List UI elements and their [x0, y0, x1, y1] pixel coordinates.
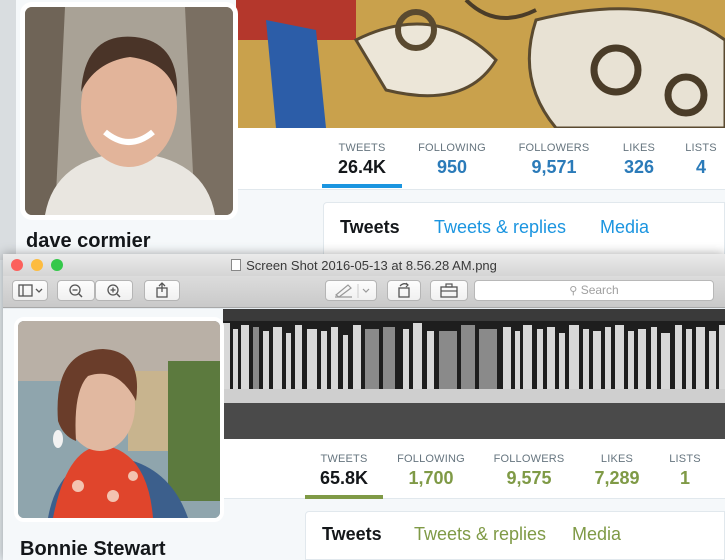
stat-label: TWEETS [338, 142, 386, 154]
tab-tweets[interactable]: Tweets [322, 524, 382, 545]
profile-name: dave cormier [26, 230, 151, 252]
stat-value: 65.8K [319, 468, 369, 488]
stat-followers[interactable]: FOLLOWERS 9,575 [487, 439, 571, 501]
left-edge-strip [0, 0, 16, 260]
avatar[interactable] [20, 2, 238, 220]
stat-value: 7,289 [594, 468, 640, 488]
profile-header-banner [223, 309, 725, 439]
preview-window: Screen Shot 2016-05-13 at 8.56.28 AM.png [3, 254, 725, 560]
stat-label: LIKES [622, 142, 656, 154]
tab-tweets-replies[interactable]: Tweets & replies [434, 217, 566, 238]
window-titlebar[interactable]: Screen Shot 2016-05-13 at 8.56.28 AM.png [3, 254, 725, 276]
active-stat-underline [322, 184, 402, 188]
window-title-text: Screen Shot 2016-05-13 at 8.56.28 AM.png [246, 258, 497, 273]
stat-tweets[interactable]: TWEETS 26.4K [322, 128, 402, 190]
search-placeholder: Search [580, 283, 619, 297]
stat-value: 26.4K [337, 157, 387, 177]
search-input[interactable]: ⚲ Search [474, 280, 714, 301]
stat-label: LISTS [669, 453, 701, 465]
stat-tweets[interactable]: TWEETS 65.8K [305, 439, 383, 501]
screenshot-image: TWEETS 65.8K FOLLOWING 1,700 FOLLOWERS 9… [3, 309, 725, 560]
document-icon [231, 259, 242, 271]
pen-icon [334, 284, 370, 298]
toolbox-icon [440, 283, 458, 298]
zoom-out-icon [69, 284, 83, 298]
profile-stats-bar: TWEETS 65.8K FOLLOWING 1,700 FOLLOWERS 9… [223, 439, 725, 499]
stat-label: FOLLOWING [397, 453, 465, 465]
stat-label: LIKES [600, 453, 634, 465]
profile-tabs: Tweets Tweets & replies Media [305, 511, 725, 560]
stat-value: 1,700 [408, 468, 454, 488]
share-button[interactable] [144, 280, 180, 301]
stat-label: LISTS [685, 142, 717, 154]
tab-tweets[interactable]: Tweets [340, 217, 400, 238]
tab-media[interactable]: Media [572, 524, 621, 545]
search-icon: ⚲ [569, 285, 578, 297]
share-icon [156, 282, 168, 298]
stat-followers[interactable]: FOLLOWERS 9,571 [512, 128, 596, 190]
window-toolbar: ⚲ Search [3, 276, 725, 308]
sidebar-icon [18, 284, 43, 297]
profile-header-banner [236, 0, 725, 128]
stat-value: 4 [695, 157, 706, 177]
stat-likes[interactable]: LIKES 7,289 [587, 439, 647, 501]
sidebar-toggle-button[interactable] [12, 280, 48, 301]
zoom-in-button[interactable] [95, 280, 133, 301]
zoom-out-button[interactable] [57, 280, 95, 301]
markup-button[interactable] [325, 280, 377, 301]
stat-value: 950 [436, 157, 468, 177]
stat-label: FOLLOWERS [518, 142, 590, 154]
active-stat-underline [305, 495, 383, 499]
stat-lists[interactable]: LISTS 1 [663, 439, 707, 501]
stat-likes[interactable]: LIKES 326 [612, 128, 666, 190]
stat-lists[interactable]: LISTS 4 [680, 128, 722, 190]
screen: TWEETS 26.4K FOLLOWING 950 FOLLOWERS 9,5… [0, 0, 725, 560]
stat-value: 1 [679, 468, 690, 488]
stat-following[interactable]: FOLLOWING 1,700 [391, 439, 471, 501]
stat-following[interactable]: FOLLOWING 950 [412, 128, 492, 190]
profile-stats-bar: TWEETS 26.4K FOLLOWING 950 FOLLOWERS 9,5… [236, 128, 725, 190]
rotate-icon [398, 282, 410, 298]
stat-label: TWEETS [320, 453, 368, 465]
stat-value: 9,575 [506, 468, 552, 488]
stat-label: FOLLOWING [418, 142, 486, 154]
toolbox-button[interactable] [430, 280, 468, 301]
stat-value: 9,571 [531, 157, 577, 177]
tab-media[interactable]: Media [600, 217, 649, 238]
profile-name: Bonnie Stewart [20, 538, 166, 560]
zoom-in-icon [107, 284, 121, 298]
window-title: Screen Shot 2016-05-13 at 8.56.28 AM.png [3, 258, 725, 273]
tab-tweets-replies[interactable]: Tweets & replies [414, 524, 546, 545]
profile-tabs: Tweets Tweets & replies Media [323, 202, 725, 260]
stat-value: 326 [623, 157, 655, 177]
background-twitter-profile: TWEETS 26.4K FOLLOWING 950 FOLLOWERS 9,5… [0, 0, 725, 260]
avatar[interactable] [14, 317, 224, 522]
stat-label: FOLLOWERS [493, 453, 565, 465]
rotate-button[interactable] [387, 280, 421, 301]
